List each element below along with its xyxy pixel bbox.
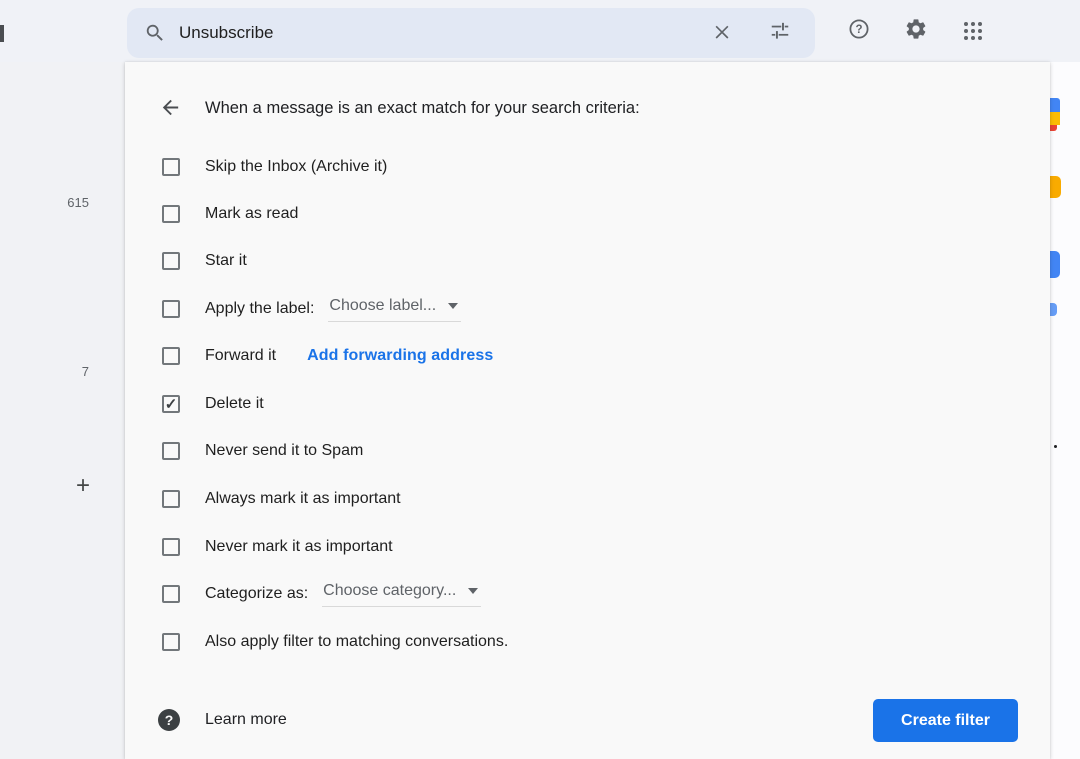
checkbox-always-important[interactable] (162, 490, 180, 508)
clear-search-button[interactable] (702, 13, 742, 53)
topbar-actions: ? (839, 11, 993, 51)
search-icon (144, 22, 166, 44)
dropdown-value: Choose label... (329, 296, 437, 314)
side-panel-icon-fragment-yellow (1050, 112, 1060, 125)
filter-option-row: Also apply filter to matching conversati… (125, 629, 1050, 655)
help-icon: ? (847, 17, 871, 46)
filter-option-row: Always mark it as important (125, 486, 1050, 512)
keep-icon-fragment (1050, 176, 1061, 198)
row-label: Never send it to Spam (205, 442, 364, 459)
filter-option-row: Forward it Add forwarding address (125, 343, 1050, 369)
contacts-icon-fragment (1050, 303, 1057, 316)
filter-option-row: ✓ Delete it (125, 391, 1050, 417)
search-input[interactable]: Unsubscribe (179, 23, 702, 43)
filter-option-row: Mark as read (125, 201, 1050, 227)
menu-edge-fragment (0, 25, 4, 42)
settings-button[interactable] (896, 11, 936, 51)
dialog-title: When a message is an exact match for you… (205, 99, 640, 117)
checkbox-never-spam[interactable] (162, 442, 180, 460)
side-panel-icon-fragment-blue (1050, 98, 1060, 112)
create-filter-button[interactable]: Create filter (873, 699, 1018, 742)
row-label: Delete it (205, 395, 264, 412)
apps-grid-icon (964, 22, 982, 40)
checkbox-categorize-as[interactable] (162, 585, 180, 603)
row-label: Apply the label: (205, 300, 315, 317)
checkbox-mark-as-read[interactable] (162, 205, 180, 223)
create-filter-dialog: When a message is an exact match for you… (125, 62, 1050, 759)
row-label: Categorize as: (205, 585, 309, 602)
back-button[interactable] (158, 98, 182, 122)
chevron-down-icon (448, 302, 459, 309)
checkbox-delete-it[interactable]: ✓ (162, 395, 180, 413)
top-bar: Unsubscribe ? (0, 0, 1080, 62)
unread-count-badge: 615 (67, 195, 89, 210)
close-icon (712, 21, 732, 46)
help-filled-icon: ? (158, 709, 180, 731)
checkbox-forward-it[interactable] (162, 347, 180, 365)
checkbox-also-apply[interactable] (162, 633, 180, 651)
back-arrow-icon (159, 96, 182, 124)
help-button[interactable]: ? (839, 11, 879, 51)
checkbox-star-it[interactable] (162, 252, 180, 270)
sidebar-strip: 615 7 + (0, 62, 125, 759)
apps-button[interactable] (953, 11, 993, 51)
search-bar[interactable]: Unsubscribe (127, 8, 815, 58)
plus-icon[interactable]: + (0, 472, 90, 500)
tasks-icon-fragment (1050, 251, 1060, 278)
gear-icon (904, 17, 928, 46)
tune-icon (769, 20, 791, 47)
checkbox-never-important[interactable] (162, 538, 180, 556)
checkbox-apply-label[interactable] (162, 300, 180, 318)
chevron-down-icon (468, 587, 479, 594)
learn-more-link[interactable]: ? Learn more (158, 709, 287, 731)
checkbox-skip-inbox[interactable] (162, 158, 180, 176)
filter-option-row: Never mark it as important (125, 534, 1050, 560)
filter-option-row: Apply the label: Choose label... (125, 296, 1050, 322)
search-options-button[interactable] (760, 13, 800, 53)
learn-more-label: Learn more (205, 711, 287, 728)
svg-text:?: ? (855, 24, 862, 36)
side-panel-strip (1050, 62, 1080, 759)
filter-option-row: Never send it to Spam (125, 438, 1050, 464)
side-panel-icon-fragment-red (1050, 125, 1057, 131)
row-label: Forward it (205, 347, 277, 364)
label-count-badge: 7 (81, 364, 89, 379)
choose-label-dropdown[interactable]: Choose label... (328, 296, 462, 322)
filter-option-row: Star it (125, 248, 1050, 274)
dot-fragment (1054, 445, 1057, 448)
row-label: Also apply filter to matching conversati… (205, 633, 509, 650)
row-label: Never mark it as important (205, 538, 393, 555)
choose-category-dropdown[interactable]: Choose category... (322, 581, 482, 607)
filter-option-row: Skip the Inbox (Archive it) (125, 154, 1050, 180)
filter-option-row: Categorize as: Choose category... (125, 581, 1050, 607)
row-label: Always mark it as important (205, 490, 401, 507)
row-label: Skip the Inbox (Archive it) (205, 158, 388, 175)
add-forwarding-address-link[interactable]: Add forwarding address (307, 347, 493, 365)
row-label: Mark as read (205, 205, 299, 222)
row-label: Star it (205, 252, 247, 269)
dropdown-value: Choose category... (323, 581, 457, 599)
